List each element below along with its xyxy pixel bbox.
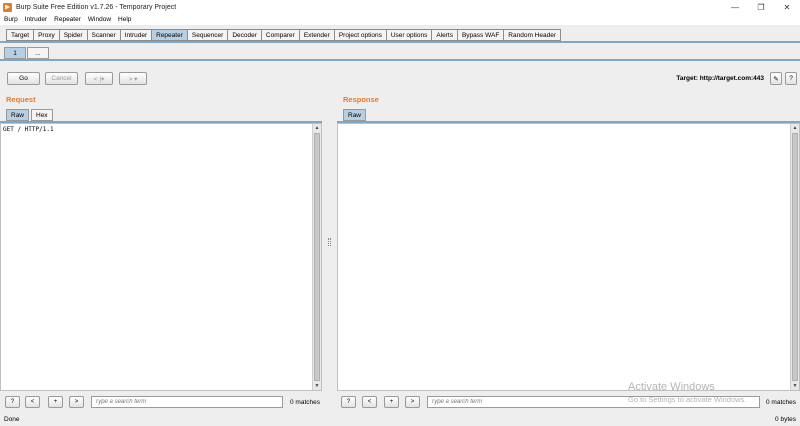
scroll-thumb[interactable] <box>792 133 798 381</box>
edit-target-button[interactable]: ✎ <box>770 72 782 85</box>
request-search-input[interactable] <box>91 396 283 408</box>
main-tab-strip: Target Proxy Spider Scanner Intruder Rep… <box>6 29 561 41</box>
menu-repeater[interactable]: Repeater <box>54 16 81 23</box>
scroll-up-icon[interactable]: ▲ <box>791 124 799 132</box>
response-scrollbar[interactable]: ▲ ▼ <box>790 124 799 390</box>
response-search-prev-button[interactable]: < <box>362 396 377 408</box>
back-button[interactable]: < |▾ <box>85 72 113 85</box>
repeater-tab-1[interactable]: 1 <box>4 47 26 59</box>
splitter-grip-icon[interactable] <box>328 238 331 246</box>
scroll-down-icon[interactable]: ▼ <box>791 382 799 390</box>
help-button[interactable]: ? <box>785 72 797 85</box>
activation-watermark: Activate Windows Go to Settings to activ… <box>628 381 746 404</box>
menu-bar: Burp Intruder Repeater Window Help <box>0 14 800 25</box>
request-editor[interactable]: GET / HTTP/1.1 ▲ ▼ <box>0 123 322 391</box>
repeater-sub-tabs: 1 ... <box>4 47 50 59</box>
repeater-tab-new[interactable]: ... <box>27 47 49 59</box>
tab-comparer[interactable]: Comparer <box>260 29 299 41</box>
burp-logo-icon <box>3 2 12 12</box>
tab-decoder[interactable]: Decoder <box>227 29 261 41</box>
response-search-add-button[interactable]: + <box>384 396 399 408</box>
panel-splitter[interactable] <box>326 88 333 394</box>
status-bar: Done 0 bytes <box>0 414 800 426</box>
tab-extender[interactable]: Extender <box>298 29 334 41</box>
request-search-next-button[interactable]: > <box>69 396 84 408</box>
tab-target[interactable]: Target <box>6 29 34 41</box>
tab-scanner[interactable]: Scanner <box>86 29 120 41</box>
minimize-button[interactable]: — <box>722 0 748 14</box>
menu-window[interactable]: Window <box>88 16 111 23</box>
request-search-help-button[interactable]: ? <box>5 396 20 408</box>
tab-bypass-waf[interactable]: Bypass WAF <box>456 29 504 41</box>
maximize-button[interactable]: ❐ <box>748 0 774 14</box>
scroll-down-icon[interactable]: ▼ <box>313 382 321 390</box>
response-size: 0 bytes <box>775 416 796 423</box>
tab-repeater[interactable]: Repeater <box>151 29 187 41</box>
response-search-next-button[interactable]: > <box>405 396 420 408</box>
menu-burp[interactable]: Burp <box>4 16 18 23</box>
request-title: Request <box>6 95 36 104</box>
pencil-icon: ✎ <box>773 75 779 83</box>
tab-alerts[interactable]: Alerts <box>431 29 457 41</box>
go-button[interactable]: Go <box>7 72 40 85</box>
cancel-button[interactable]: Cancel <box>45 72 78 85</box>
response-search-help-button[interactable]: ? <box>341 396 356 408</box>
tab-sequencer[interactable]: Sequencer <box>186 29 228 41</box>
tab-user-options[interactable]: User options <box>385 29 432 41</box>
main-tab-underline <box>0 41 800 43</box>
request-search-add-button[interactable]: + <box>48 396 63 408</box>
target-label: Target: http://target.com:443 <box>676 75 764 82</box>
repeater-toolbar: Go Cancel < |▾ > ▾ Target: http://target… <box>0 72 800 86</box>
forward-button[interactable]: > ▾ <box>119 72 147 85</box>
tab-spider[interactable]: Spider <box>58 29 87 41</box>
response-title: Response <box>343 95 379 104</box>
tab-proxy[interactable]: Proxy <box>33 29 59 41</box>
tab-random-header[interactable]: Random Header <box>503 29 561 41</box>
request-tab-raw[interactable]: Raw <box>6 109 30 121</box>
sub-tab-underline <box>0 59 800 61</box>
request-tab-hex[interactable]: Hex <box>31 109 53 121</box>
menu-intruder[interactable]: Intruder <box>25 16 47 23</box>
title-bar: Burp Suite Free Edition v1.7.26 - Tempor… <box>0 0 800 14</box>
request-text[interactable]: GET / HTTP/1.1 <box>3 126 54 133</box>
status-text: Done <box>4 416 20 423</box>
tab-project-options[interactable]: Project options <box>333 29 386 41</box>
close-button[interactable]: ✕ <box>774 0 800 14</box>
watermark-subtitle: Go to Settings to activate Windows. <box>628 395 747 404</box>
tab-intruder[interactable]: Intruder <box>119 29 152 41</box>
response-editor[interactable]: ▲ ▼ <box>337 123 800 391</box>
window-title: Burp Suite Free Edition v1.7.26 - Tempor… <box>16 3 177 11</box>
request-search-prev-button[interactable]: < <box>25 396 40 408</box>
window-controls: — ❐ ✕ <box>722 0 800 14</box>
request-match-count: 0 matches <box>290 399 320 406</box>
response-match-count: 0 matches <box>766 399 796 406</box>
scroll-thumb[interactable] <box>314 133 320 381</box>
menu-help[interactable]: Help <box>118 16 131 23</box>
response-tab-raw[interactable]: Raw <box>343 109 367 121</box>
scroll-up-icon[interactable]: ▲ <box>313 124 321 132</box>
watermark-title: Activate Windows <box>628 381 715 393</box>
request-scrollbar[interactable]: ▲ ▼ <box>312 124 321 390</box>
